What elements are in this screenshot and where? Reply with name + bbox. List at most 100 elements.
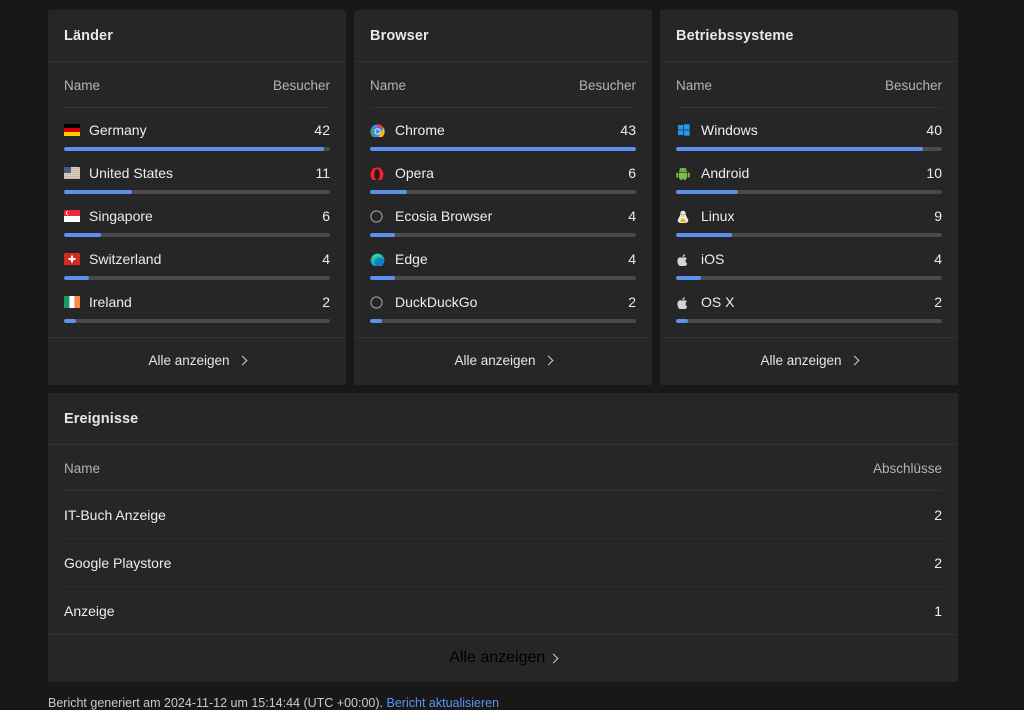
metric-left: Windows — [676, 122, 758, 138]
events-column-value: Abschlüsse — [873, 461, 942, 476]
metric-row[interactable]: Chrome43 — [370, 108, 636, 151]
metric-top: DuckDuckGo 2 — [370, 294, 636, 310]
metric-value: 4 — [618, 251, 636, 267]
metric-value: 2 — [924, 294, 942, 310]
event-name: Anzeige — [64, 603, 115, 619]
refresh-report-link[interactable]: Bericht aktualisieren — [387, 696, 500, 710]
metric-label: Chrome — [395, 122, 445, 138]
events-show-all-button[interactable]: Alle anzeigen — [48, 634, 958, 682]
card-show-all-label: Alle anzeigen — [454, 353, 535, 368]
apple-icon — [676, 253, 692, 266]
card-show-all-button[interactable]: Alle anzeigen — [354, 337, 652, 385]
metric-left: Android — [676, 165, 749, 181]
card-body: Name Besucher Windows40 Android 10 Linux9 iOS 4… — [660, 62, 958, 323]
metric-top: Germany42 — [64, 122, 330, 138]
metric-left: Chrome — [370, 122, 445, 138]
events-column-name: Name — [64, 461, 100, 476]
event-value: 2 — [934, 507, 942, 523]
metric-left: Switzerland — [64, 251, 161, 267]
android-icon — [676, 167, 692, 180]
metric-row[interactable]: Edge 4 — [370, 237, 636, 280]
column-headers: NameBesucher — [64, 62, 330, 108]
metric-row[interactable]: Android 10 — [676, 151, 942, 194]
metric-top: Opera 6 — [370, 165, 636, 181]
metric-top: Chrome43 — [370, 122, 636, 138]
card-header: Browser — [354, 10, 652, 62]
metric-left: iOS — [676, 251, 724, 267]
metric-left: Linux — [676, 208, 734, 224]
metric-row[interactable]: Opera 6 — [370, 151, 636, 194]
event-name: IT-Buch Anzeige — [64, 507, 166, 523]
metric-label: United States — [89, 165, 173, 181]
chevron-right-icon — [849, 356, 859, 366]
report-footer: Bericht generiert am 2024-11-12 um 15:14… — [48, 682, 958, 710]
metric-row[interactable]: Singapore6 — [64, 194, 330, 237]
flag-ireland — [64, 296, 80, 309]
chevron-right-icon — [237, 356, 247, 366]
card-show-all-label: Alle anzeigen — [760, 353, 841, 368]
table-row[interactable]: IT-Buch Anzeige 2 — [64, 491, 942, 539]
chrome-icon — [370, 124, 386, 137]
flag-germany — [64, 124, 80, 137]
metric-value: 2 — [618, 294, 636, 310]
metric-value: 10 — [916, 165, 942, 181]
column-header-value: Besucher — [885, 78, 942, 93]
metric-row[interactable]: Ireland2 — [64, 280, 330, 323]
events-card-header: Ereignisse — [48, 393, 958, 445]
metric-value: 6 — [312, 208, 330, 224]
metric-top: Windows40 — [676, 122, 942, 138]
metric-bar-fill — [676, 319, 688, 323]
metric-row[interactable]: United States11 — [64, 151, 330, 194]
metric-row[interactable]: OS X 2 — [676, 280, 942, 323]
metric-left: DuckDuckGo — [370, 294, 477, 310]
column-header-name: Name — [676, 78, 712, 93]
metric-left: United States — [64, 165, 173, 181]
metric-row[interactable]: Ecosia Browser 4 — [370, 194, 636, 237]
metric-label: Android — [701, 165, 749, 181]
metric-bar-track — [676, 319, 942, 323]
metric-row[interactable]: Switzerland 4 — [64, 237, 330, 280]
metric-row[interactable]: Linux9 — [676, 194, 942, 237]
metric-row[interactable]: DuckDuckGo 2 — [370, 280, 636, 323]
chevron-right-icon — [548, 654, 558, 664]
events-card-title: Ereignisse — [64, 411, 942, 427]
card-show-all-button[interactable]: Alle anzeigen — [660, 337, 958, 385]
metric-top: OS X 2 — [676, 294, 942, 310]
stats-cards-row: LänderNameBesucherGermany42United States… — [48, 10, 958, 385]
metric-label: Edge — [395, 251, 428, 267]
events-rows: IT-Buch Anzeige2Google Playstore2Anzeige… — [64, 491, 942, 634]
column-headers: Name Besucher — [676, 62, 942, 108]
flag-singapore — [64, 210, 80, 223]
metric-left: OS X — [676, 294, 734, 310]
card-title: Browser — [370, 28, 636, 44]
metric-value: 6 — [618, 165, 636, 181]
metric-label: DuckDuckGo — [395, 294, 477, 310]
card-body: NameBesucher Chrome43 Opera 6 Ecosia Browser… — [354, 62, 652, 323]
column-headers: NameBesucher — [370, 62, 636, 108]
metric-value: 4 — [618, 208, 636, 224]
generic-browser-icon — [370, 296, 386, 309]
report-page: LänderNameBesucherGermany42United States… — [0, 0, 1024, 710]
metric-row[interactable]: iOS 4 — [676, 237, 942, 280]
metric-bar-fill — [370, 319, 382, 323]
table-row[interactable]: Google Playstore2 — [64, 539, 942, 587]
linux-icon — [676, 210, 692, 223]
metric-value: 4 — [924, 251, 942, 267]
table-row[interactable]: Anzeige1 — [64, 587, 942, 634]
metric-row[interactable]: Windows40 — [676, 108, 942, 151]
metric-left: Edge — [370, 251, 428, 267]
events-column-headers: Name Abschlüsse — [64, 445, 942, 491]
card-show-all-button[interactable]: Alle anzeigen — [48, 337, 346, 385]
metric-value: 4 — [312, 251, 330, 267]
card-header: Betriebssysteme — [660, 10, 958, 62]
metric-label: Germany — [89, 122, 147, 138]
metric-label: Switzerland — [89, 251, 161, 267]
metric-top: Singapore6 — [64, 208, 330, 224]
metric-left: Opera — [370, 165, 434, 181]
metric-top: Linux9 — [676, 208, 942, 224]
metric-top: Switzerland 4 — [64, 251, 330, 267]
card-header: Länder — [48, 10, 346, 62]
metric-label: Ecosia Browser — [395, 208, 492, 224]
metric-row[interactable]: Germany42 — [64, 108, 330, 151]
flag-united-states — [64, 167, 80, 180]
